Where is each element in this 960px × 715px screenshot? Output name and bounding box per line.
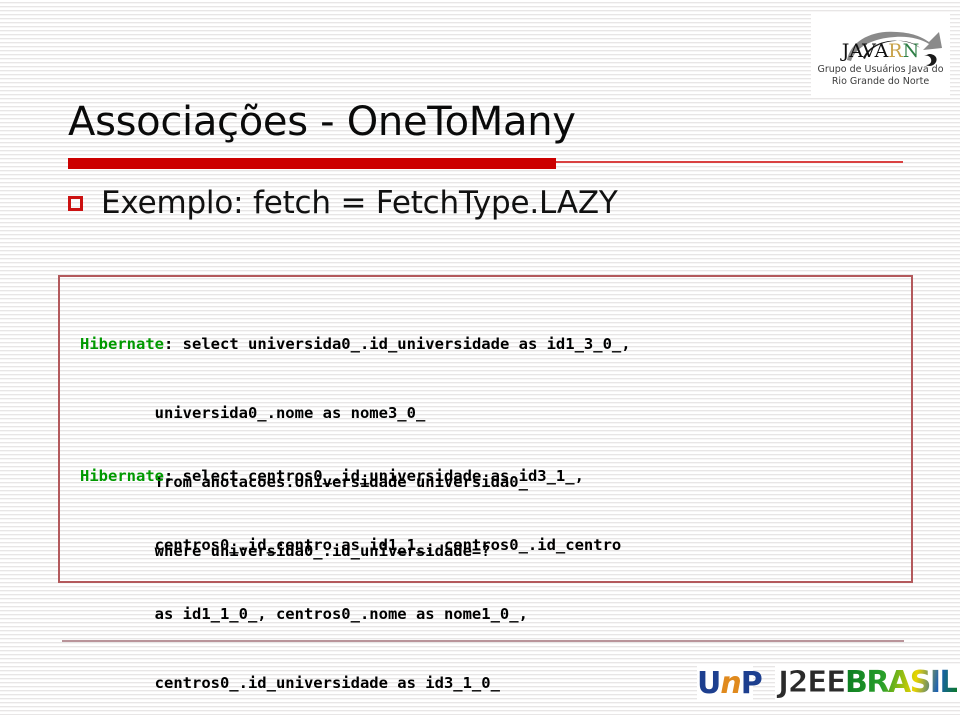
- slide-canvas: JAVARN Grupo de Usuários Java do Rio Gra…: [0, 0, 960, 715]
- javarn-word-n: N: [902, 40, 920, 62]
- bullet-row: Exemplo: fetch = FetchType.LAZY: [68, 188, 618, 219]
- bullet-text: Exemplo: fetch = FetchType.LAZY: [101, 185, 618, 221]
- j2ee-brasil-logo: J2EEBRASIL: [775, 664, 960, 702]
- code-line-first-rest: : select universida0_.id_universidade as…: [164, 335, 631, 353]
- javarn-subtitle-line1: Grupo de Usuários Java do: [817, 64, 944, 75]
- hibernate-keyword: Hibernate: [80, 335, 164, 353]
- code-line: centros0_.id_universidade as id3_1_0_: [80, 674, 500, 692]
- javarn-subtitle-line2: Rio Grande do Norte: [831, 75, 930, 87]
- square-bullet-icon: [68, 196, 83, 211]
- title-rule-thick: [68, 158, 556, 169]
- code-line: centros0_.id_centro as id1_1_, centros0_…: [80, 536, 622, 554]
- code-line-first-rest: : select centros0_.id_universidade as id…: [164, 467, 584, 485]
- javarn-subtitle: Grupo de Usuários Java do Rio Grande do …: [811, 64, 950, 87]
- code-line-first: Hibernate: select centros0_.id_universid…: [80, 465, 621, 488]
- javarn-word-r: R: [888, 40, 903, 62]
- javarn-logo: JAVARN Grupo de Usuários Java do Rio Gra…: [811, 14, 950, 98]
- hibernate-query-centro: Hibernate: select centros0_.id_universid…: [80, 419, 621, 715]
- footer-divider: [62, 640, 904, 642]
- hibernate-keyword: Hibernate: [80, 467, 164, 485]
- title-rule-thin: [556, 161, 903, 163]
- j2ee-logo-text: J2EE: [777, 665, 847, 701]
- code-box: Hibernate: select universida0_.id_univer…: [58, 275, 913, 692]
- unp-logo-p: P: [740, 666, 763, 701]
- javarn-wordmark: JAVARN: [811, 42, 950, 61]
- unp-logo-u: U: [697, 666, 721, 701]
- javarn-word-java: JAVA: [841, 40, 889, 62]
- slide-title: Associações - OneToMany: [68, 99, 576, 145]
- code-line-first: Hibernate: select universida0_.id_univer…: [80, 333, 631, 356]
- code-line: as id1_1_0_, centros0_.nome as nome1_0_,: [80, 605, 528, 623]
- unp-logo-n: n: [720, 666, 741, 701]
- brasil-logo-text: BRASIL: [845, 665, 959, 700]
- unp-logo: UnP: [697, 666, 763, 702]
